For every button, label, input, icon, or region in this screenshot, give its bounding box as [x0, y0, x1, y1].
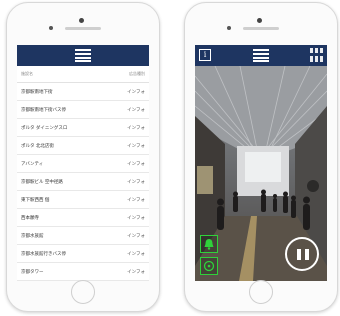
list-screen: 施設名 広告種別 京都駅南地下街 インフォ 京都駅南地下街バス停 インフォ ポルタ ダイ… — [17, 45, 149, 281]
bell-button[interactable] — [200, 235, 218, 253]
list-item[interactable]: ポルタ ダイニングスロ インフォ — [17, 119, 149, 137]
facility-name: アバンティ — [21, 161, 44, 167]
list-icon[interactable] — [75, 49, 91, 62]
pause-icon — [297, 249, 301, 260]
front-camera — [79, 18, 84, 23]
facility-name: 京都タワー — [21, 269, 44, 275]
facility-name: 西本願寺 — [21, 215, 39, 221]
list-item[interactable]: 京都駅南地下街 インフォ — [17, 83, 149, 101]
list-header: 施設名 広告種別 — [17, 66, 149, 83]
pause-button[interactable] — [285, 237, 319, 271]
list-item[interactable]: 西本願寺 インフォ — [17, 209, 149, 227]
info-link[interactable]: インフォ — [127, 179, 145, 185]
list-item[interactable]: 京都水族館 インフォ — [17, 227, 149, 245]
facility-name: 京都駅南地下街バス停 — [21, 107, 66, 113]
top-navbar — [17, 45, 149, 66]
facility-list: 京都駅南地下街 インフォ 京都駅南地下街バス停 インフォ ポルタ ダイニングスロ インフォ… — [17, 83, 149, 281]
list-icon[interactable] — [253, 49, 269, 62]
list-item[interactable]: ポルタ 北北店街 インフォ — [17, 137, 149, 155]
info-link[interactable]: インフォ — [127, 233, 145, 239]
list-item[interactable]: 京都駅ビル 空中径路 インフォ — [17, 173, 149, 191]
info-link[interactable]: インフォ — [127, 269, 145, 275]
phone-left: 施設名 広告種別 京都駅南地下街 インフォ 京都駅南地下街バス停 インフォ ポルタ ダイ… — [6, 2, 160, 312]
speaker-grille — [243, 27, 279, 30]
facility-name: 京都水族館 — [21, 233, 44, 239]
header-name-label: 施設名 — [21, 71, 33, 76]
target-button[interactable] — [200, 257, 218, 275]
top-navbar: i — [195, 45, 327, 66]
info-link[interactable]: インフォ — [127, 107, 145, 113]
info-link[interactable]: インフォ — [127, 89, 145, 95]
speaker-grille — [65, 27, 101, 30]
info-link[interactable]: インフォ — [127, 197, 145, 203]
street-view-screen: i — [195, 45, 327, 281]
list-item[interactable]: アバンティ インフォ — [17, 155, 149, 173]
facility-name: 東下駅西西 個 — [21, 197, 50, 203]
info-link[interactable]: インフォ — [127, 125, 145, 131]
facility-name: 京都駅ビル 空中径路 — [21, 179, 63, 185]
info-link[interactable]: インフォ — [127, 161, 145, 167]
home-button[interactable] — [249, 280, 273, 304]
list-item[interactable]: 京都タワー インフォ — [17, 263, 149, 281]
bell-icon — [204, 239, 214, 250]
info-link[interactable]: インフォ — [127, 251, 145, 257]
info-icon[interactable]: i — [199, 49, 211, 61]
camera-sensor — [49, 26, 53, 30]
front-camera — [257, 18, 262, 23]
list-item[interactable]: 東下駅西西 個 インフォ — [17, 191, 149, 209]
list-item[interactable]: 京都駅南地下街バス停 インフォ — [17, 101, 149, 119]
info-link[interactable]: インフォ — [127, 215, 145, 221]
facility-name: ポルタ ダイニングスロ — [21, 125, 68, 131]
camera-sensor — [227, 26, 231, 30]
panorama-view[interactable] — [195, 66, 327, 281]
facility-name: 京都水族館行きバス停 — [21, 251, 66, 257]
list-item[interactable]: 京都水族館行きバス停 インフォ — [17, 245, 149, 263]
phone-right: i — [184, 2, 338, 312]
info-link[interactable]: インフォ — [127, 143, 145, 149]
qr-code-icon[interactable] — [310, 48, 323, 62]
facility-name: 京都駅南地下街 — [21, 89, 53, 95]
facility-name: ポルタ 北北店街 — [21, 143, 54, 149]
header-type-label: 広告種別 — [129, 71, 145, 76]
home-button[interactable] — [71, 280, 95, 304]
target-icon — [203, 260, 215, 272]
